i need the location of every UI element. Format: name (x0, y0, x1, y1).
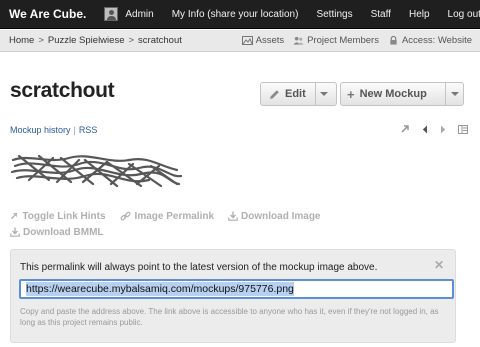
edit-button-main[interactable]: Edit (261, 83, 315, 105)
image-permalink-label: Image Permalink (134, 210, 215, 222)
previous-icon[interactable] (422, 125, 428, 134)
expand-arrow-icon[interactable] (400, 124, 410, 134)
toggle-link-hints-link[interactable]: ➚ Toggle Link Hints (10, 211, 106, 222)
nav-item-logout[interactable]: Log out (439, 0, 480, 29)
edit-label: Edit (285, 88, 306, 100)
download-bmml-label: Download BMML (23, 226, 104, 238)
mockup-history-link[interactable]: Mockup history (10, 125, 71, 135)
page-title: scratchout (10, 79, 115, 102)
download-icon (10, 227, 20, 237)
permalink-message: This permalink will always point to the … (20, 262, 378, 273)
members-icon (293, 36, 304, 45)
nav-user-label: Admin (125, 8, 154, 20)
mockup-image-scribble[interactable] (9, 150, 185, 190)
sublinks-separator: | (73, 125, 76, 135)
breadcrumb: Home > Puzzle Spielwiese > scratchout As… (0, 30, 480, 52)
mockup-actions: ➚ Toggle Link Hints Image Permalink Down… (10, 208, 470, 240)
next-icon[interactable] (440, 125, 446, 134)
nav-item-staff[interactable]: Staff (362, 0, 400, 29)
new-mockup-button-main[interactable]: + New Mockup (341, 83, 436, 105)
nav-item-help[interactable]: Help (400, 0, 439, 29)
new-mockup-label: New Mockup (359, 88, 427, 100)
access-link[interactable]: Access: Website (388, 35, 472, 46)
breadcrumb-project[interactable]: Puzzle Spielwiese (48, 35, 125, 46)
assets-label: Assets (255, 35, 285, 46)
permalink-url-field[interactable]: https://wearecube.mybalsamiq.com/mockups… (19, 279, 454, 299)
breadcrumb-current: scratchout (138, 35, 182, 46)
permalink-url-value: https://wearecube.mybalsamiq.com/mockups… (26, 282, 294, 296)
lock-icon (390, 36, 397, 45)
permalink-panel: This permalink will always point to the … (10, 249, 456, 343)
mockup-sublinks: Mockup history | RSS (10, 125, 97, 135)
download-image-label: Download Image (241, 210, 321, 222)
toggle-link-hints-label: Toggle Link Hints (22, 210, 106, 222)
panel-toggle-icon[interactable] (458, 124, 468, 134)
mockup-pager (400, 124, 468, 134)
new-mockup-dropdown-caret[interactable] (445, 83, 463, 105)
link-icon (120, 211, 131, 221)
project-members-label: Project Members (307, 35, 379, 46)
project-members-link[interactable]: Project Members (293, 35, 379, 46)
assets-icon (241, 36, 253, 45)
access-label: Access: Website (401, 35, 472, 46)
breadcrumb-home[interactable]: Home (9, 35, 34, 46)
edit-dropdown-caret[interactable] (314, 83, 333, 105)
edit-button[interactable]: Edit (260, 82, 337, 106)
actions-row: Download BMML (10, 224, 470, 240)
breadcrumb-tools: Assets Project Members Access: Website (233, 35, 480, 46)
breadcrumb-separator: > (38, 35, 44, 46)
assets-link[interactable]: Assets (241, 35, 285, 46)
nav-user-admin[interactable]: Admin (96, 0, 162, 29)
image-permalink-link[interactable]: Image Permalink (120, 211, 214, 222)
new-mockup-button[interactable]: + New Mockup (340, 82, 464, 106)
chevron-down-icon (320, 92, 329, 96)
top-nav-bar: We Are Cube. Admin My Info (share your l… (0, 0, 480, 29)
permalink-note: Copy and paste the address above. The li… (20, 307, 439, 327)
download-bmml-link[interactable]: Download BMML (10, 227, 104, 238)
rss-link[interactable]: RSS (79, 125, 98, 135)
chevron-down-icon (450, 92, 459, 96)
brand-logo[interactable]: We Are Cube. (0, 7, 96, 21)
nav-item-settings[interactable]: Settings (307, 0, 361, 29)
cursor-icon: ➚ (10, 210, 19, 222)
breadcrumb-separator: > (128, 35, 135, 46)
nav-item-my-info[interactable]: My Info (share your location) (163, 0, 308, 29)
actions-row: ➚ Toggle Link Hints Image Permalink Down… (10, 208, 470, 224)
avatar-icon (104, 7, 119, 21)
plus-icon: + (347, 86, 355, 102)
close-icon[interactable]: ✕ (434, 258, 444, 272)
pencil-icon (270, 89, 279, 99)
download-icon (228, 211, 238, 221)
download-image-link[interactable]: Download Image (228, 211, 320, 222)
